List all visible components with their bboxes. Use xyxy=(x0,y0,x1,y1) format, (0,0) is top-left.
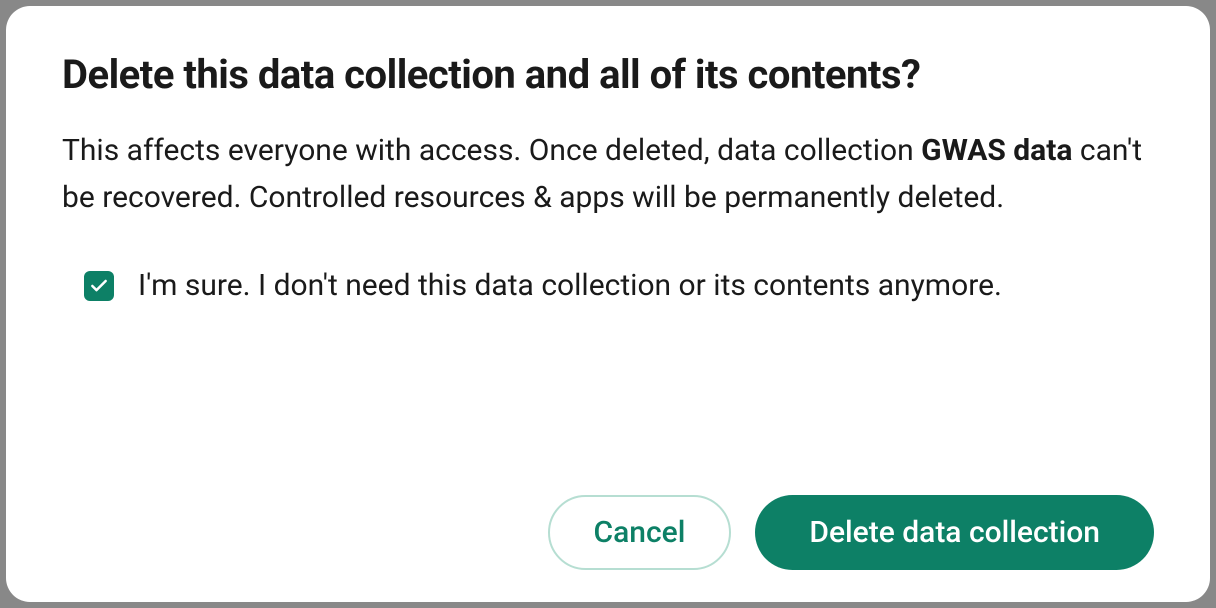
dialog-title: Delete this data collection and all of i… xyxy=(62,50,1154,100)
delete-confirmation-dialog: Delete this data collection and all of i… xyxy=(6,6,1210,602)
delete-button[interactable]: Delete data collection xyxy=(755,495,1154,570)
collection-name: GWAS data xyxy=(921,133,1072,168)
dialog-body-pre: This affects everyone with access. Once … xyxy=(62,133,921,168)
confirm-checkbox[interactable] xyxy=(84,271,114,301)
dialog-body: This affects everyone with access. Once … xyxy=(62,128,1154,221)
confirm-label[interactable]: I'm sure. I don't need this data collect… xyxy=(138,263,1002,310)
cancel-button[interactable]: Cancel xyxy=(548,495,732,570)
confirm-row: I'm sure. I don't need this data collect… xyxy=(62,263,1154,310)
check-icon xyxy=(89,276,109,296)
dialog-actions: Cancel Delete data collection xyxy=(62,475,1154,570)
